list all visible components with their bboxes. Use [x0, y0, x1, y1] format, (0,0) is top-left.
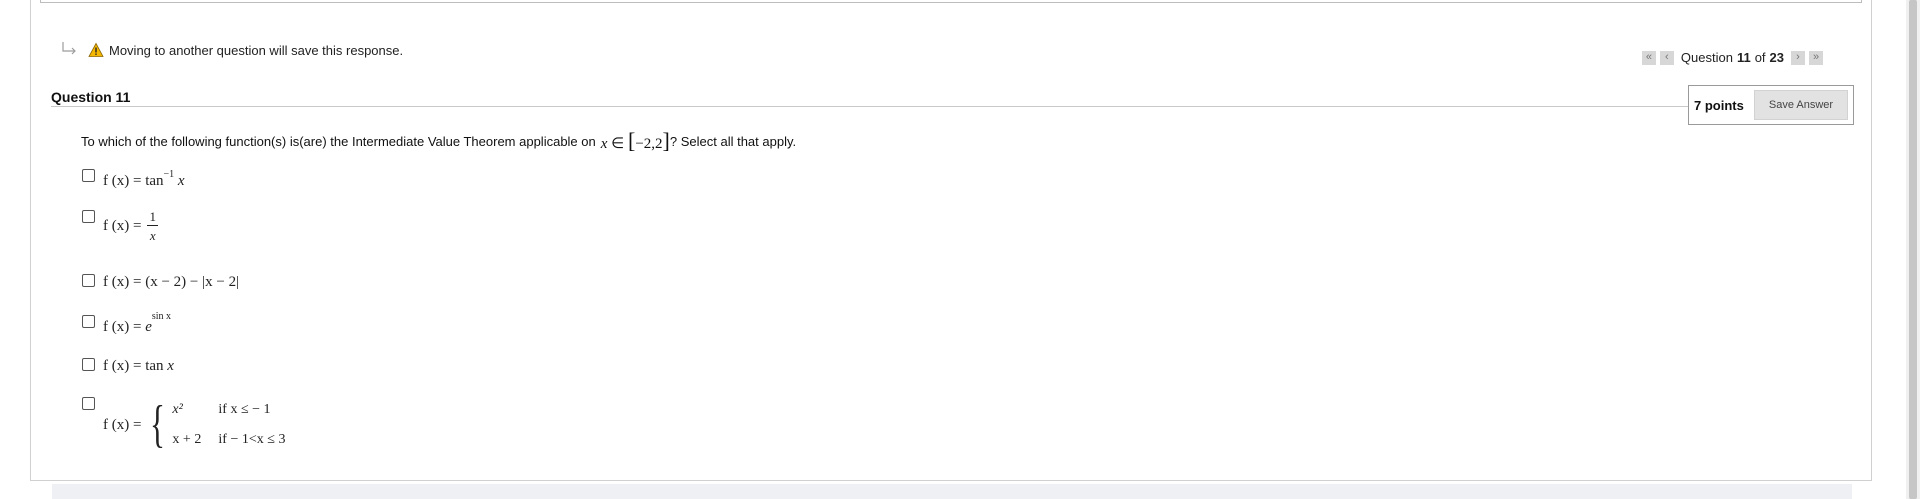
question-navigation: « ‹ Question 11 of 23 › » — [1640, 50, 1825, 65]
header-divider — [51, 106, 1691, 107]
option-2-checkbox[interactable] — [82, 210, 95, 223]
option-5: f (x) = tan x — [82, 358, 174, 375]
option-6-label: f (x) = { x² if x ≤ − 1 x + 2 if − 1<x ≤… — [103, 396, 286, 453]
warning-text: Moving to another question will save thi… — [109, 42, 404, 58]
vertical-scrollbar[interactable] — [1906, 0, 1920, 499]
option-6-checkbox[interactable] — [82, 397, 95, 410]
option-5-label: f (x) = tan x — [103, 358, 174, 374]
top-panel-edge — [40, 0, 1862, 3]
question-counter: Question 11 of 23 — [1680, 50, 1784, 65]
fraction: 1 x — [147, 209, 158, 243]
question-prompt: To which of the following function(s) is… — [81, 128, 797, 153]
footer-strip — [52, 484, 1852, 499]
save-warning: Moving to another question will save thi… — [60, 40, 403, 60]
last-question-button[interactable]: » — [1809, 50, 1823, 65]
option-1-checkbox[interactable] — [82, 169, 95, 182]
next-question-button[interactable]: › — [1791, 50, 1805, 65]
page: Moving to another question will save thi… — [0, 0, 1920, 499]
option-1: f (x) = tan−1 x — [82, 169, 185, 190]
scrollbar-thumb[interactable] — [1909, 0, 1917, 499]
option-3: f (x) = (x − 2) − |x − 2| — [82, 274, 239, 291]
points-value: 7 points — [1694, 97, 1744, 113]
option-4-label: f (x) = esin x — [103, 311, 172, 335]
return-arrow-icon — [62, 42, 76, 55]
warning-icon — [88, 42, 104, 57]
option-4-checkbox[interactable] — [82, 315, 95, 328]
option-2-label: f (x) = 1 x — [103, 209, 158, 243]
previous-question-button[interactable]: ‹ — [1659, 50, 1674, 65]
piecewise-cases: x² if x ≤ − 1 x + 2 if − 1<x ≤ 3 — [172, 402, 286, 447]
option-5-checkbox[interactable] — [82, 358, 95, 371]
option-6: f (x) = { x² if x ≤ − 1 x + 2 if − 1<x ≤… — [82, 397, 285, 451]
option-2: f (x) = 1 x — [82, 209, 158, 244]
save-answer-button[interactable]: Save Answer — [1754, 90, 1848, 120]
option-3-label: f (x) = (x − 2) − |x − 2| — [103, 274, 240, 290]
interval-expression: x ∈ [−2,2] — [600, 128, 670, 153]
option-4: f (x) = esin x — [82, 311, 172, 336]
question-container — [30, 0, 1872, 481]
option-1-label: f (x) = tan−1 x — [103, 169, 185, 189]
points-panel: 7 points Save Answer — [1688, 85, 1854, 125]
question-title: Question 11 — [51, 89, 131, 105]
option-3-checkbox[interactable] — [82, 274, 95, 287]
piecewise-brace: { — [150, 396, 166, 453]
first-question-button[interactable]: « — [1641, 50, 1656, 65]
